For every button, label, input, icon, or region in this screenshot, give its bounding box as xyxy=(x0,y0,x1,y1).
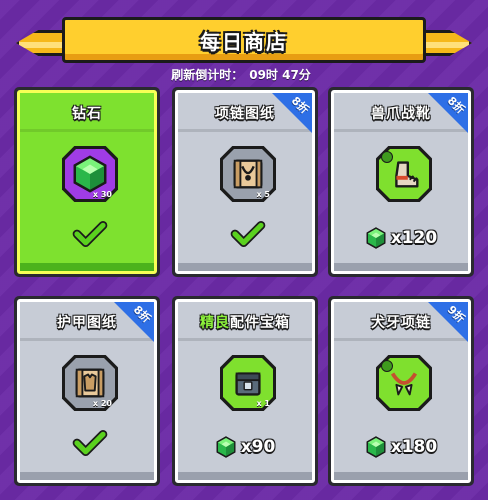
price-value: x120 xyxy=(390,228,438,248)
shop-item-claw-boots[interactable]: 兽爪战靴 8折 x120 xyxy=(328,87,474,277)
item-quantity: x 20 xyxy=(92,399,112,408)
gem-icon xyxy=(365,227,387,249)
checkmark-icon xyxy=(72,221,108,247)
item-frame xyxy=(376,146,432,202)
shop-item-armor-blueprint[interactable]: 护甲图纸 8折 x 20 xyxy=(14,296,160,486)
item-frame xyxy=(376,355,432,411)
item-title: 钻石 xyxy=(72,106,102,122)
price-tag: x120 xyxy=(334,227,468,249)
page-title: 每日商店 xyxy=(200,29,288,54)
gem-icon xyxy=(365,436,387,458)
accessory-chest-icon xyxy=(235,372,261,396)
item-frame: x 1 xyxy=(220,355,276,411)
item-quantity: x 1 xyxy=(256,399,270,408)
price-tag: x90 xyxy=(178,436,312,458)
item-title-text: 配件宝箱 xyxy=(230,315,290,331)
checkmark-icon xyxy=(230,221,266,247)
armor-blueprint-icon xyxy=(71,364,109,402)
item-frame: x 30 xyxy=(62,146,118,202)
necklace-blueprint-icon xyxy=(229,155,267,193)
checkmark-icon xyxy=(72,430,108,456)
shop-item-necklace-blueprint[interactable]: 项链图纸 8折 x 5 xyxy=(172,87,318,277)
price-value: x90 xyxy=(240,437,276,457)
gem-icon xyxy=(215,436,237,458)
type-indicator-icon xyxy=(381,360,393,372)
price-value: x180 xyxy=(390,437,438,457)
item-quantity: x 5 xyxy=(256,190,270,199)
item-title: 精良配件宝箱 xyxy=(178,312,312,332)
shop-item-fang-necklace[interactable]: 犬牙项链 9折 x180 xyxy=(328,296,474,486)
item-frame: x 5 xyxy=(220,146,276,202)
price-tag: x180 xyxy=(334,436,468,458)
type-indicator-icon xyxy=(381,151,393,163)
refresh-countdown: 刷新倒计时： 09时 47分 xyxy=(0,66,488,83)
refresh-time: 09时 47分 xyxy=(249,68,311,82)
item-quantity: x 30 xyxy=(92,190,112,199)
shop-item-accessory-chest[interactable]: 精良配件宝箱 x 1 x90 xyxy=(172,296,318,486)
gem-icon xyxy=(71,155,109,193)
title-plate: 每日商店 xyxy=(62,17,426,63)
item-frame: x 20 xyxy=(62,355,118,411)
header-banner: 每日商店 xyxy=(0,8,488,70)
shop-item-diamond[interactable]: 钻石 x 30 xyxy=(14,87,160,277)
item-quality-label: 精良 xyxy=(200,315,230,331)
refresh-label: 刷新倒计时： xyxy=(171,68,244,82)
